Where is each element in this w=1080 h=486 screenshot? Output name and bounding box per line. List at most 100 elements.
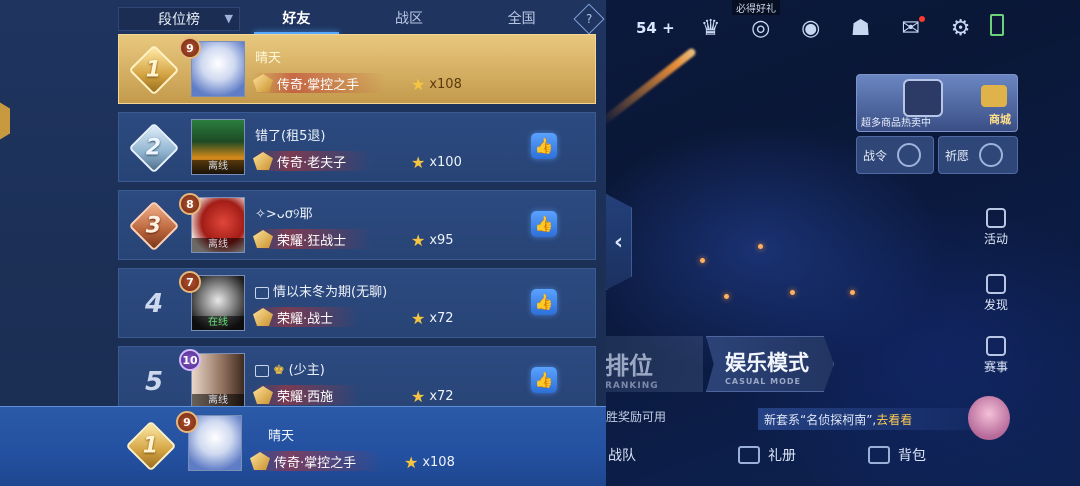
ranked-label: 排位 <box>605 352 653 380</box>
rank-number: 2 <box>146 135 162 161</box>
news-link[interactable]: 去看看 <box>876 413 912 427</box>
like-button[interactable]: 👍 <box>531 289 557 315</box>
player-name-text: (少主) <box>288 363 325 378</box>
tab-national[interactable]: 全国 <box>465 7 578 31</box>
top-bar: 54 + ♛ ◎ ◉ ☗ ✉ ⚙ <box>636 10 975 46</box>
mascot-icon[interactable] <box>968 396 1010 440</box>
like-button[interactable]: 👍 <box>531 367 557 393</box>
friends-icon[interactable]: ☗ <box>847 14 875 42</box>
gear-icon[interactable]: ⚙ <box>947 14 975 42</box>
collapse-panel-button[interactable]: ‹ <box>606 194 632 290</box>
casual-sub: CASUAL MODE <box>725 377 802 386</box>
thumbs-up-icon: 👍 <box>534 293 554 311</box>
player-name: ✧>ᴗσ୨耶 <box>255 207 313 222</box>
like-button[interactable]: 👍 <box>531 211 557 237</box>
tab-region[interactable]: 战区 <box>353 7 466 31</box>
tier-emblem-icon <box>253 386 273 404</box>
leaderboard-row[interactable]: 2 离线 错了(租5退) 传奇·老夫子 ★ x100 👍 <box>118 112 596 182</box>
shop-banner[interactable]: 超多商品热卖中 商城 <box>856 74 1018 132</box>
rank-badge: 1 <box>125 420 177 472</box>
tier-label: 传奇·老夫子 <box>253 151 373 171</box>
discover-icon <box>986 274 1006 294</box>
rank-crest-icon[interactable]: ♛ <box>697 14 725 42</box>
spark-dot <box>790 290 795 295</box>
side-label: 赛事 <box>983 360 1008 374</box>
rank-number: 4 <box>144 289 164 319</box>
nav-backpack[interactable]: 背包 <box>868 440 998 470</box>
spark-dot <box>724 294 729 299</box>
rank-badge: 4 <box>129 279 179 329</box>
leaderboard-row[interactable]: 1 9 晴天 传奇·掌控之手 ★ x108 <box>118 34 596 104</box>
presence-status: 离线 <box>192 160 244 174</box>
star-icon: ★ <box>411 231 426 250</box>
tier-label: 传奇·掌控之手 <box>250 451 383 471</box>
level-badge: 10 <box>179 349 201 371</box>
presence-status: 离线 <box>192 238 244 252</box>
ranked-mode-button[interactable]: 排位 RANKING <box>605 336 703 392</box>
level-badge: 7 <box>179 271 201 293</box>
flag-icon <box>255 364 269 377</box>
lamp-icon <box>979 143 1004 167</box>
eye-icon[interactable]: ◉ <box>797 14 825 42</box>
rank-badge: 3 <box>128 200 180 252</box>
tier-emblem-icon <box>253 152 273 170</box>
avatar[interactable]: 离线 <box>191 119 245 175</box>
player-name-text: 情以末冬为期(无聊) <box>273 285 388 300</box>
help-icon[interactable]: ? <box>573 3 605 35</box>
battle-pass-label: 战令 <box>863 148 888 163</box>
like-button[interactable]: 👍 <box>531 133 557 159</box>
star-icon: ★ <box>411 153 426 172</box>
side-discover[interactable]: 发现 <box>980 274 1012 313</box>
tier-text: 荣耀·战士 <box>277 311 334 327</box>
leaderboard-row[interactable]: 4 7 在线 情以末冬为期(无聊) 荣耀·战士 ★ x72 👍 <box>118 268 596 338</box>
nav-gift-book[interactable]: 礼册 <box>738 440 868 470</box>
my-rank-footer[interactable]: 1 9 晴天 传奇·掌控之手 ★ x108 <box>0 406 606 486</box>
wish-button[interactable]: 祈愿 <box>938 136 1018 174</box>
player-name: 情以末冬为期(无聊) <box>255 281 387 300</box>
rank-badge: 1 <box>128 44 180 96</box>
spark-dot <box>850 290 855 295</box>
rank-number: 3 <box>146 213 162 239</box>
tier-emblem-icon <box>250 452 270 470</box>
leaderboard-row[interactable]: 3 8 离线 ✧>ᴗσ୨耶 荣耀·狂战士 ★ x95 👍 <box>118 190 596 260</box>
rank-number: 1 <box>146 57 162 83</box>
presence-status: 在线 <box>192 316 244 330</box>
battle-pass-button[interactable]: 战令 <box>856 136 934 174</box>
nav-team[interactable]: 战队 <box>608 440 738 470</box>
side-label: 发现 <box>983 298 1008 312</box>
star-count: ★ x100 <box>411 153 462 172</box>
thumbs-up-icon: 👍 <box>534 215 554 233</box>
wish-label: 祈愿 <box>945 148 970 163</box>
shop-label: 商城 <box>989 113 1011 126</box>
star-value: x100 <box>429 155 462 170</box>
spark-dot <box>758 244 763 249</box>
casual-mode-button[interactable]: 娱乐模式 CASUAL MODE <box>706 336 834 392</box>
target-icon[interactable]: ◎ <box>747 14 775 42</box>
casual-label: 娱乐模式 <box>725 351 809 375</box>
tab-friends[interactable]: 好友 <box>240 7 353 34</box>
news-banner[interactable]: 新套系“名侦探柯南”,去看看 <box>758 408 970 430</box>
player-name: 错了(租5退) <box>255 129 326 144</box>
side-events[interactable]: 赛事 <box>980 336 1012 375</box>
leaderboard-panel: 段位榜 ▼ 好友 战区 全国 ? 1 9 晴天 传奇·掌控之手 ★ x108 2 … <box>0 0 606 486</box>
book-icon <box>738 446 760 464</box>
star-count: ★ x108 <box>404 453 455 472</box>
star-count: ★ x72 <box>411 309 454 328</box>
battery-icon <box>990 14 1004 36</box>
chevron-left-icon: ‹ <box>613 229 624 255</box>
thumbs-up-icon: 👍 <box>534 137 554 155</box>
tier-emblem-icon <box>253 230 273 248</box>
tier-text: 传奇·掌控之手 <box>277 77 360 93</box>
side-activity[interactable]: 活动 <box>980 208 1012 247</box>
rank-number: 1 <box>143 433 159 459</box>
thumbs-up-icon: 👍 <box>534 371 554 389</box>
board-type-label: 段位榜 <box>158 12 200 28</box>
activity-icon <box>986 208 1006 228</box>
trophy-icon <box>986 336 1006 356</box>
star-icon: ★ <box>411 309 426 328</box>
level-badge: 9 <box>179 37 201 59</box>
mail-icon[interactable]: ✉ <box>897 14 925 42</box>
bottom-nav: 战队 礼册 背包 <box>608 440 998 470</box>
nav-label: 背包 <box>898 448 926 464</box>
board-type-select[interactable]: 段位榜 ▼ <box>118 7 240 31</box>
